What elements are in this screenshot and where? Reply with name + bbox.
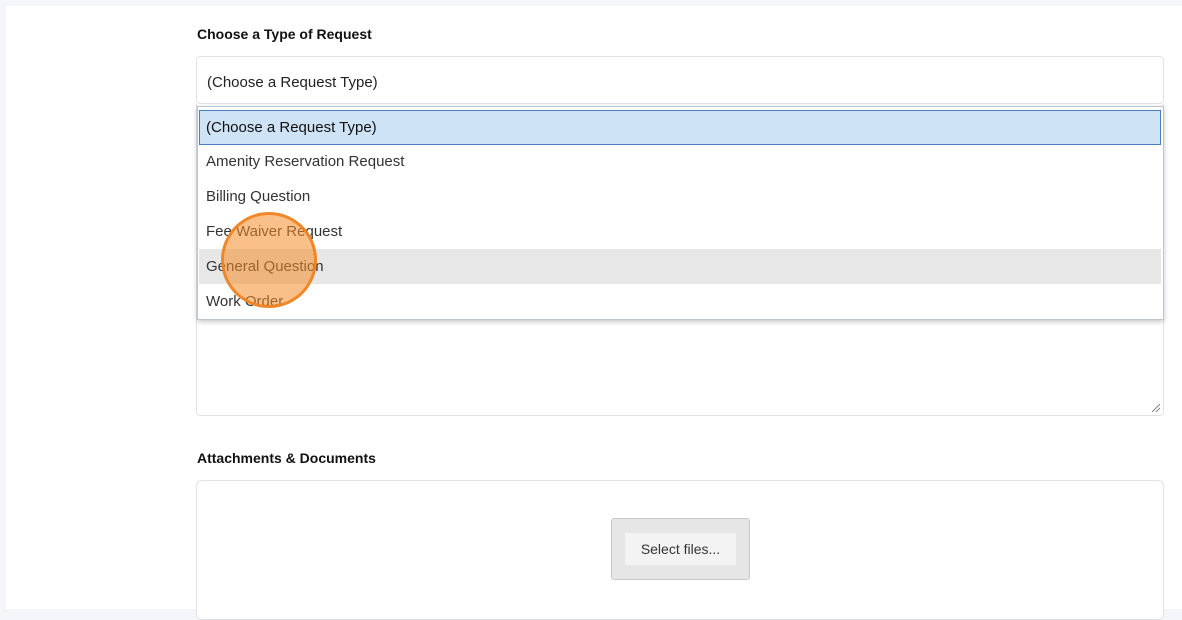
resize-grip-icon[interactable]	[1152, 404, 1160, 412]
option-amenity-reservation-request[interactable]: Amenity Reservation Request	[199, 144, 1161, 179]
option-fee-waiver-request[interactable]: Fee Waiver Request	[199, 214, 1161, 249]
option-general-question[interactable]: General Question	[199, 249, 1161, 284]
option-work-order[interactable]: Work Order	[199, 284, 1161, 319]
attachments-label: Attachments & Documents	[197, 450, 376, 466]
request-type-dropdown-list: (Choose a Request Type) Amenity Reservat…	[197, 106, 1164, 320]
select-files-label: Select files...	[625, 533, 736, 565]
request-type-select-value: (Choose a Request Type)	[207, 74, 378, 91]
select-files-button[interactable]: Select files...	[611, 518, 750, 580]
click-indicator	[221, 212, 317, 308]
option-billing-question[interactable]: Billing Question	[199, 179, 1161, 214]
request-type-label: Choose a Type of Request	[197, 26, 372, 42]
option-choose-request-type[interactable]: (Choose a Request Type)	[199, 110, 1161, 145]
request-type-select[interactable]: (Choose a Request Type)	[196, 56, 1164, 104]
